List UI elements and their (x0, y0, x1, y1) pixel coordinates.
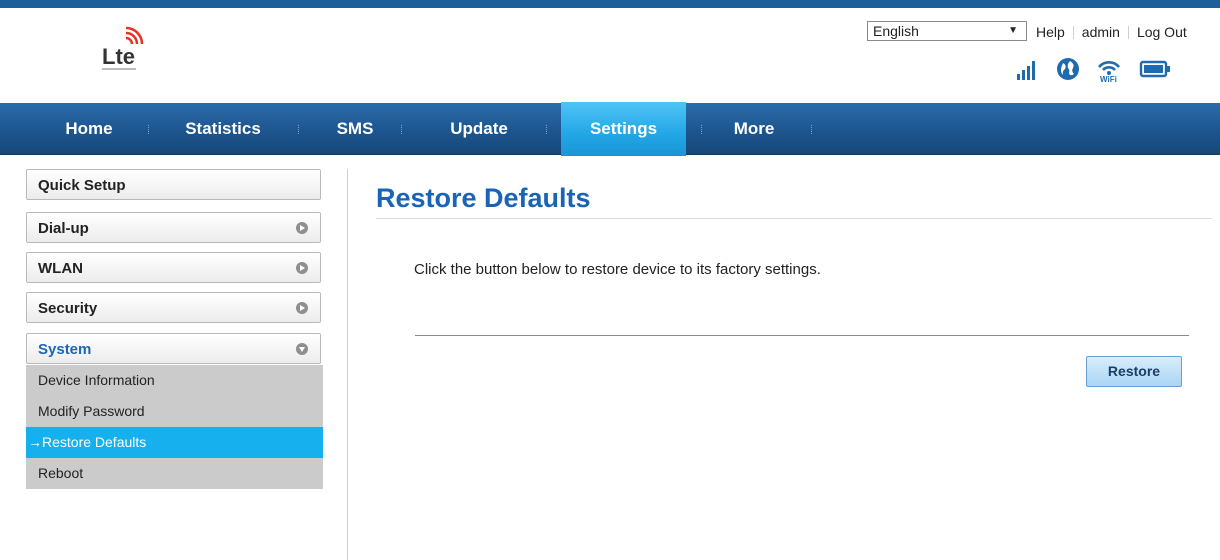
restore-button[interactable]: Restore (1086, 356, 1182, 387)
wifi-icon: WiFi (1098, 61, 1120, 82)
user-link[interactable]: admin (1082, 24, 1120, 40)
sidebar-item-label: Dial-up (38, 220, 89, 237)
language-select-value: English (873, 23, 919, 39)
nav-separator (298, 125, 301, 134)
sidebar-wlan[interactable]: WLAN (26, 252, 321, 283)
system-submenu: Device Information Modify Password →Rest… (26, 365, 323, 489)
logout-link[interactable]: Log Out (1137, 24, 1187, 40)
content-divider (415, 335, 1189, 336)
battery-icon (1139, 60, 1170, 78)
expand-arrow-icon (296, 262, 308, 274)
nav-statistics[interactable]: Statistics (167, 103, 279, 154)
sidebar-item-label: Security (38, 300, 98, 317)
language-select[interactable]: English ▼ (867, 21, 1027, 41)
dropdown-caret-icon: ▼ (1008, 25, 1018, 36)
nav-separator (401, 125, 404, 134)
nav-settings[interactable]: Settings (561, 102, 686, 156)
svg-text:Lte: Lte (102, 44, 135, 69)
submenu-device-information[interactable]: Device Information (26, 365, 323, 396)
nav-home[interactable]: Home (48, 103, 130, 154)
submenu-restore-defaults[interactable]: →Restore Defaults (26, 427, 323, 458)
title-divider (376, 218, 1212, 219)
sidebar-security[interactable]: Security (26, 292, 321, 323)
globe-icon (1057, 58, 1079, 80)
submenu-modify-password[interactable]: Modify Password (26, 396, 323, 427)
lte-logo-icon: Lte (96, 24, 156, 76)
signal-icon (1017, 61, 1035, 80)
top-accent-bar (0, 0, 1220, 8)
nav-more[interactable]: More (716, 103, 792, 154)
collapse-arrow-icon (296, 343, 308, 355)
nav-separator (546, 125, 549, 134)
page-title: Restore Defaults (376, 183, 591, 213)
link-separator (1127, 26, 1129, 39)
sidebar-item-label: System (38, 341, 92, 358)
main-nav: Home Statistics SMS Update Settings More (0, 102, 1220, 156)
nav-separator (701, 125, 704, 134)
top-links: Help admin Log Out (1036, 23, 1187, 41)
sidebar-item-label: WLAN (38, 260, 83, 277)
link-separator (1072, 26, 1074, 39)
sidebar-quick-setup[interactable]: Quick Setup (26, 169, 321, 200)
expand-arrow-icon (296, 222, 308, 234)
svg-text:WiFi: WiFi (1100, 75, 1117, 82)
sidebar-divider (347, 169, 348, 560)
sidebar-system[interactable]: System (26, 333, 321, 364)
nav-separator (811, 125, 814, 134)
sidebar-dial-up[interactable]: Dial-up (26, 212, 321, 243)
sidebar-item-label: Quick Setup (38, 177, 126, 194)
expand-arrow-icon (296, 302, 308, 314)
nav-sms[interactable]: SMS (325, 103, 385, 154)
help-link[interactable]: Help (1036, 24, 1065, 40)
submenu-reboot[interactable]: Reboot (26, 458, 323, 489)
restore-instructions: Click the button below to restore device… (414, 261, 821, 278)
nav-update[interactable]: Update (432, 103, 526, 154)
nav-separator (148, 125, 151, 134)
